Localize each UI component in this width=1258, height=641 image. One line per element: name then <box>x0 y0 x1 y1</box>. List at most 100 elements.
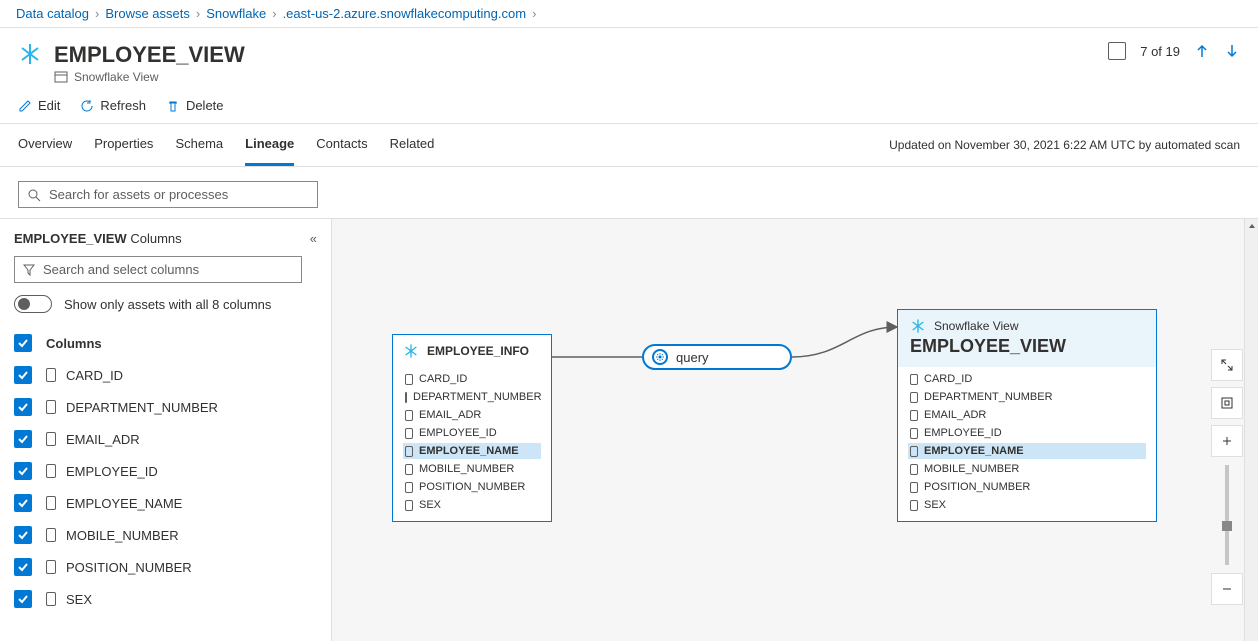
lineage-node-target[interactable]: Snowflake View EMPLOYEE_VIEW CARD_IDDEPA… <box>897 309 1157 522</box>
tab-properties[interactable]: Properties <box>94 124 153 166</box>
node-column[interactable]: DEPARTMENT_NUMBER <box>403 389 541 405</box>
tab-schema[interactable]: Schema <box>175 124 223 166</box>
node-column[interactable]: EMPLOYEE_ID <box>908 425 1146 441</box>
tab-overview[interactable]: Overview <box>18 124 72 166</box>
process-label: query <box>676 350 709 365</box>
column-checkbox[interactable] <box>14 590 32 608</box>
column-item[interactable]: MOBILE_NUMBER <box>14 519 317 551</box>
arrow-up-icon[interactable] <box>1194 43 1210 59</box>
column-checkbox[interactable] <box>14 494 32 512</box>
column-checkbox[interactable] <box>14 366 32 384</box>
node-column-label: MOBILE_NUMBER <box>924 463 1019 475</box>
breadcrumb-item[interactable]: Browse assets <box>105 6 190 21</box>
lineage-process-node[interactable]: query <box>642 344 792 370</box>
vertical-scrollbar[interactable] <box>1244 219 1258 641</box>
node-column[interactable]: SEX <box>403 497 541 513</box>
tab-related[interactable]: Related <box>390 124 435 166</box>
node-title: EMPLOYEE_VIEW <box>910 336 1066 357</box>
node-column-label: CARD_ID <box>419 373 467 385</box>
node-column[interactable]: POSITION_NUMBER <box>403 479 541 495</box>
tab-lineage[interactable]: Lineage <box>245 124 294 166</box>
lineage-node-source[interactable]: EMPLOYEE_INFO CARD_ID DEPARTMENT_NUMBER EM… <box>392 334 552 522</box>
node-column-label: SEX <box>924 499 946 511</box>
zoom-out-button[interactable] <box>1211 573 1243 605</box>
paging-text: 7 of 19 <box>1140 44 1180 59</box>
node-column-label: EMAIL_ADR <box>924 409 986 421</box>
node-column-label: EMAIL_ADR <box>419 409 481 421</box>
node-column[interactable]: DEPARTMENT_NUMBER <box>908 389 1146 405</box>
node-column-label: CARD_ID <box>924 373 972 385</box>
column-item[interactable]: EMPLOYEE_ID <box>14 455 317 487</box>
node-column[interactable]: EMAIL_ADR <box>403 407 541 423</box>
column-item[interactable]: DEPARTMENT_NUMBER <box>14 391 317 423</box>
collapse-icon[interactable]: « <box>310 231 317 246</box>
node-column[interactable]: MOBILE_NUMBER <box>908 461 1146 477</box>
node-column[interactable]: CARD_ID <box>403 371 541 387</box>
breadcrumb-item[interactable]: .east-us-2.azure.snowflakecomputing.com <box>283 6 527 21</box>
node-column[interactable]: CARD_ID <box>908 371 1146 387</box>
column-icon <box>46 496 56 510</box>
column-icon <box>910 428 918 439</box>
column-icon <box>910 374 918 385</box>
zoom-slider[interactable] <box>1225 465 1229 565</box>
node-title: EMPLOYEE_INFO <box>427 344 529 358</box>
show-only-toggle[interactable] <box>14 295 52 313</box>
column-search-input[interactable]: Search and select columns <box>14 256 302 283</box>
column-item[interactable]: CARD_ID <box>14 359 317 391</box>
breadcrumb-item[interactable]: Data catalog <box>16 6 89 21</box>
column-label: DEPARTMENT_NUMBER <box>66 400 218 415</box>
refresh-button[interactable]: Refresh <box>80 98 146 113</box>
node-column[interactable]: EMPLOYEE_NAME <box>908 443 1146 459</box>
search-icon <box>27 188 41 202</box>
fit-button[interactable] <box>1211 387 1243 419</box>
column-label: SEX <box>66 592 92 607</box>
columns-header: Columns <box>46 336 102 351</box>
select-all-checkbox[interactable] <box>14 334 32 352</box>
lineage-canvas[interactable]: EMPLOYEE_INFO CARD_ID DEPARTMENT_NUMBER EM… <box>332 219 1258 641</box>
column-icon <box>46 560 56 574</box>
arrow-down-icon[interactable] <box>1224 43 1240 59</box>
panel-title-suffix: Columns <box>130 231 181 246</box>
node-column[interactable]: POSITION_NUMBER <box>908 479 1146 495</box>
column-label: EMPLOYEE_NAME <box>66 496 182 511</box>
node-column[interactable]: EMPLOYEE_NAME <box>403 443 541 459</box>
column-checkbox[interactable] <box>14 558 32 576</box>
edit-button[interactable]: Edit <box>18 98 60 113</box>
breadcrumb-item[interactable]: Snowflake <box>206 6 266 21</box>
column-checkbox[interactable] <box>14 430 32 448</box>
node-column-label: DEPARTMENT_NUMBER <box>413 391 542 403</box>
tab-contacts[interactable]: Contacts <box>316 124 367 166</box>
delete-button[interactable]: Delete <box>166 98 224 113</box>
column-icon <box>46 368 56 382</box>
search-input[interactable]: Search for assets or processes <box>18 181 318 208</box>
column-item[interactable]: POSITION_NUMBER <box>14 551 317 583</box>
node-column[interactable]: EMAIL_ADR <box>908 407 1146 423</box>
refresh-icon <box>80 99 94 113</box>
select-checkbox[interactable] <box>1108 42 1126 60</box>
fullscreen-button[interactable] <box>1211 349 1243 381</box>
node-column[interactable]: SEX <box>908 497 1146 513</box>
tab-row: Overview Properties Schema Lineage Conta… <box>0 124 1258 167</box>
column-checkbox[interactable] <box>14 398 32 416</box>
updated-text: Updated on November 30, 2021 6:22 AM UTC… <box>889 138 1240 152</box>
column-item[interactable]: EMPLOYEE_NAME <box>14 487 317 519</box>
column-icon <box>405 446 413 457</box>
node-column[interactable]: EMPLOYEE_ID <box>403 425 541 441</box>
filter-icon <box>23 264 35 276</box>
column-icon <box>46 464 56 478</box>
column-checkbox[interactable] <box>14 462 32 480</box>
column-item[interactable]: EMAIL_ADR <box>14 423 317 455</box>
command-bar: Edit Refresh Delete <box>0 92 1258 124</box>
column-icon <box>46 528 56 542</box>
column-icon <box>405 500 413 511</box>
column-icon <box>405 482 413 493</box>
node-column[interactable]: MOBILE_NUMBER <box>403 461 541 477</box>
node-column-label: EMPLOYEE_NAME <box>924 445 1024 457</box>
zoom-in-button[interactable] <box>1211 425 1243 457</box>
column-item[interactable]: SEX <box>14 583 317 615</box>
chevron-right-icon: › <box>532 6 536 21</box>
node-column-label: EMPLOYEE_ID <box>924 427 1002 439</box>
panel-title-name: EMPLOYEE_VIEW <box>14 231 127 246</box>
column-checkbox[interactable] <box>14 526 32 544</box>
column-label: POSITION_NUMBER <box>66 560 192 575</box>
